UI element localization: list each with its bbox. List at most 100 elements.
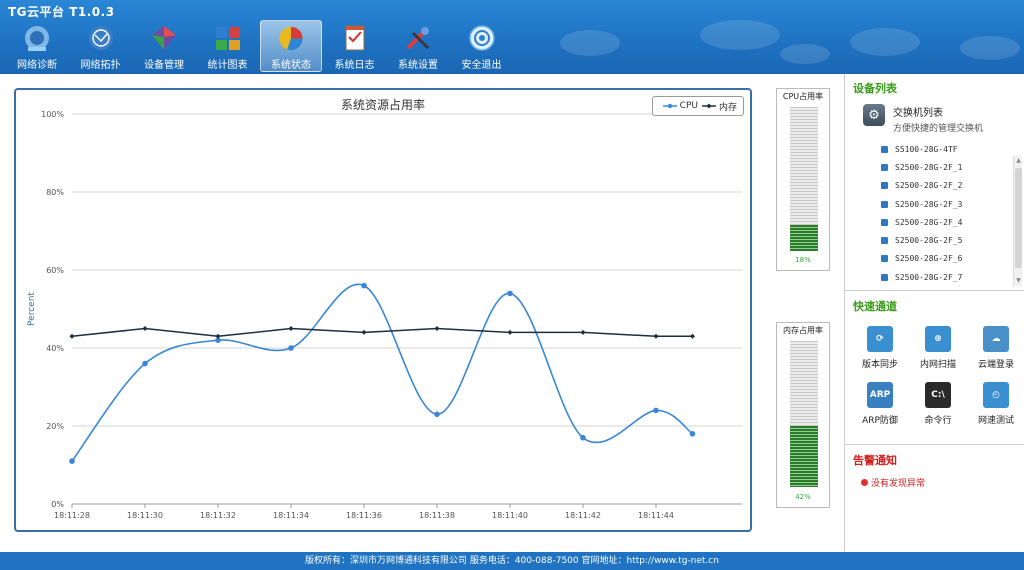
series-line-cpu [71, 283, 693, 462]
scroll-thumb[interactable] [1015, 168, 1022, 268]
legend-cpu-swatch [662, 103, 677, 109]
nav-item-network-topology[interactable]: 网络拓扑 [70, 20, 132, 72]
memory-data-point [690, 333, 695, 339]
x-tick-label: 18:11:38 [419, 511, 455, 520]
nav-item-system-log[interactable]: 系统日志 [324, 20, 386, 72]
device-list-title: 设备列表 [853, 82, 897, 95]
scroll-up-arrow-icon[interactable]: ▲ [1015, 157, 1022, 165]
switch-device-icon [881, 200, 888, 208]
system-status-icon [279, 26, 303, 51]
nav-item-system-status[interactable]: 系统状态 [260, 20, 322, 72]
device-list: S5100-28G-4TF S2500-28G-2F_1 S2500-28G-2F_… [881, 140, 962, 286]
memory-data-point [434, 326, 440, 331]
device-item[interactable]: S2500-28G-2F_3 [881, 195, 962, 213]
quick-terminal-button[interactable]: C:\ 命令行 [909, 382, 967, 426]
x-tick-label: 18:11:40 [492, 511, 528, 520]
right-sidebar: 设备列表 ⚙ 交换机列表 方便快捷的管理交换机 S5100-28G-4TF S25… [844, 74, 1024, 552]
device-item[interactable]: S2500-28G-2F_1 [881, 158, 962, 176]
legend-item-memory[interactable]: 内存 [701, 100, 737, 113]
x-tick-label: 18:11:34 [273, 511, 309, 520]
main-nav: 网络诊断 网络拓扑 设备管理 统计图表 系统状态 系统日志 系统设置 安全退出 [6, 20, 514, 72]
alert-title: 告警通知 [853, 454, 897, 467]
cpu-data-point [288, 345, 294, 351]
alert-text: 没有发现异常 [871, 479, 926, 489]
exit-icon [468, 25, 495, 51]
device-item[interactable]: S2500-28G-2F_7 [881, 268, 962, 286]
quick-arp-button[interactable]: ARP ARP防御 [851, 382, 909, 426]
resource-chart-panel: 0% 20% 40% 60% 80% 100% 18:11:28 18:11:30 18:11:… [14, 88, 752, 532]
resource-line-chart: 0%20%40%60%80%100%18:11:28 18:11:30 18:11:… [27, 110, 742, 520]
alert-dot-icon [861, 479, 868, 486]
nav-item-exit[interactable]: 安全退出 [451, 20, 513, 72]
globe-scan-icon: ⊕ [925, 326, 951, 352]
memory-data-point [361, 329, 367, 335]
device-item[interactable]: S2500-28G-2F_6 [881, 250, 962, 268]
legend-cpu-label: CPU [679, 101, 698, 111]
chart-legend[interactable]: CPU 内存 [651, 96, 744, 116]
nav-label: 系统状态 [271, 60, 311, 71]
switch-list-title: 交换机列表 [893, 108, 943, 119]
device-item[interactable]: S5100-28G-4TF [881, 140, 962, 158]
quick-cloud-login-button[interactable]: ☁ 云端登录 [967, 326, 1024, 370]
alert-message: 没有发现异常 [861, 476, 925, 489]
system-settings-icon [406, 27, 430, 50]
y-axis-label: Percent [27, 292, 37, 326]
scroll-down-arrow-icon[interactable]: ▼ [1015, 277, 1022, 285]
nav-item-network-diagnose[interactable]: 网络诊断 [6, 20, 68, 72]
device-name: S2500-28G-2F_5 [895, 236, 963, 246]
arp-icon: ARP [867, 382, 893, 408]
speed-test-icon: ◴ [983, 382, 1009, 408]
nav-label: 设备管理 [144, 60, 184, 71]
memory-gauge-bar [790, 341, 818, 487]
y-tick-label: 20% [46, 422, 64, 431]
switch-device-icon [881, 218, 888, 226]
memory-gauge-fill [790, 425, 818, 487]
statistics-chart-icon [215, 27, 240, 50]
cloud-login-icon: ☁ [983, 326, 1009, 352]
switch-device-icon [881, 255, 888, 263]
quick-sync-button[interactable]: ⟳ 版本同步 [851, 326, 909, 370]
quick-label: 版本同步 [861, 360, 898, 370]
nav-label: 系统日志 [334, 60, 375, 71]
memory-gauge-title: 内存占用率 [783, 326, 823, 335]
system-log-icon [345, 25, 364, 51]
nav-item-system-settings[interactable]: 系统设置 [387, 20, 449, 72]
switch-device-icon [881, 182, 888, 190]
device-item[interactable]: S2500-28G-2F_5 [881, 231, 962, 249]
cpu-data-point [580, 434, 586, 441]
nav-label: 网络拓扑 [80, 60, 121, 71]
quick-speed-test-button[interactable]: ◴ 网速测试 [967, 382, 1024, 426]
section-divider [845, 290, 1024, 291]
app-title: TG云平台 T1.0.3 [8, 5, 115, 19]
y-tick-label: 0% [51, 500, 64, 509]
nav-item-device-manage[interactable]: 设备管理 [133, 20, 195, 72]
device-item[interactable]: S2500-28G-2F_2 [881, 177, 962, 195]
cpu-data-point [507, 290, 513, 297]
device-manage-icon [152, 26, 176, 50]
legend-memory-swatch [701, 103, 716, 109]
device-name: S2500-28G-2F_4 [895, 217, 963, 227]
cpu-data-point [434, 411, 440, 418]
device-name: S2500-28G-2F_6 [895, 254, 963, 264]
switch-gear-icon: ⚙ [863, 104, 885, 126]
x-tick-label: 18:11:28 [54, 511, 90, 520]
legend-item-cpu[interactable]: CPU [662, 101, 698, 111]
nav-item-statistics-chart[interactable]: 统计图表 [197, 20, 259, 72]
cpu-data-point [653, 407, 659, 414]
device-name: S2500-28G-2F_2 [895, 181, 963, 191]
switch-device-icon [881, 145, 888, 153]
quick-label: 命令行 [924, 416, 952, 426]
device-item[interactable]: S2500-28G-2F_4 [881, 213, 962, 231]
quick-access-title: 快速通道 [853, 300, 897, 313]
cpu-usage-gauge: CPU占用率 18% [776, 88, 830, 271]
cpu-data-point [689, 431, 696, 437]
sync-icon: ⟳ [867, 326, 893, 352]
quick-globe-scan-button[interactable]: ⊕ 内网扫描 [909, 326, 967, 370]
device-list-scrollbar[interactable]: ▲ ▼ [1013, 156, 1022, 286]
switch-list-header[interactable]: ⚙ 交换机列表 方便快捷的管理交换机 [863, 104, 983, 134]
cloud-decoration [780, 44, 830, 64]
switch-device-icon [881, 237, 888, 245]
nav-label: 系统设置 [398, 60, 438, 71]
cpu-data-point [69, 458, 75, 464]
switch-device-icon [881, 163, 888, 171]
